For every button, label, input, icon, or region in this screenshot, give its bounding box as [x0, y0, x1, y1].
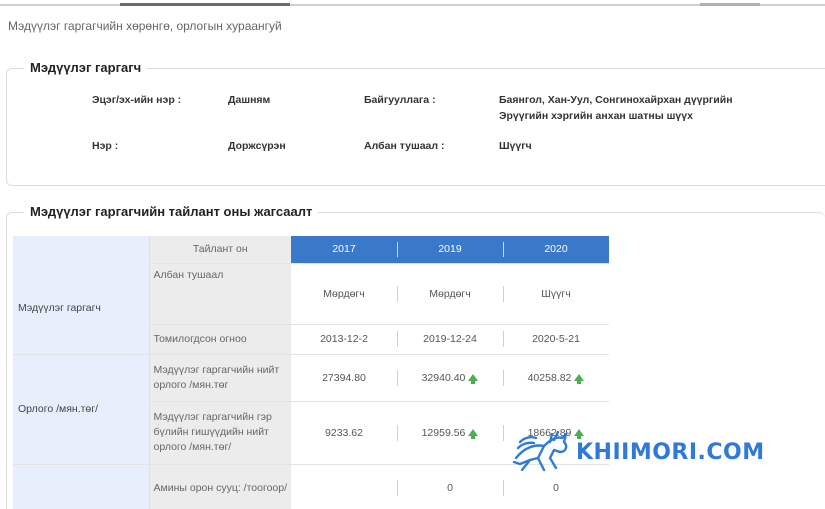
- increase-arrow-icon: [468, 428, 479, 439]
- table-cell: 32940.40: [397, 354, 503, 402]
- row-label-house-count: Амины орон сууц: /тоогоор/: [149, 464, 291, 509]
- row-label-declarant-income: Мэдүүлэг гаргагчийн нийт орлого /мян.төг: [149, 354, 291, 402]
- org-value-line1: Баянгол, Хан-Уул, Сонгинохайрхан дүүргий…: [499, 94, 733, 106]
- org-value-line2: Эрүүгийн хэргийн анхан шатны шүүх: [499, 110, 693, 122]
- header-label: Тайлант он: [149, 236, 291, 264]
- watermark: KHIIMORI.COM: [510, 428, 765, 476]
- table-cell: Мөрдөгч: [397, 263, 503, 325]
- name-label: Нэр :: [92, 140, 119, 152]
- increase-arrow-icon: [574, 373, 585, 384]
- category-income: Орлого /мян.төг/: [13, 354, 150, 465]
- table-cell: 2020-5-21: [503, 324, 609, 355]
- table-cell: [291, 464, 397, 509]
- patronymic-value: Дашням: [228, 94, 271, 106]
- table-row: Орлого /мян.төг/ Мэдүүлэг гаргагчийн ний…: [13, 354, 609, 465]
- horse-logo-icon: [512, 430, 568, 472]
- table-header-row: Тайлант он 2017 2019 2020: [13, 236, 609, 264]
- cell-value: 32940.40: [421, 371, 466, 384]
- year-2017-header[interactable]: 2017: [291, 236, 397, 264]
- org-label: Байгууллага :: [364, 94, 436, 106]
- table-cell: 2013-12-2: [291, 324, 397, 355]
- table-cell: 2019-12-24: [397, 324, 503, 355]
- category-declarant: Мэдүүлэг гаргагч: [13, 263, 150, 355]
- cell-value: 40258.82: [527, 371, 572, 384]
- cell-value: 12959.56: [421, 426, 466, 439]
- name-value: Доржсүрэн: [228, 140, 286, 152]
- declarant-legend: Мэдүүлэг гаргагч: [24, 60, 148, 75]
- position-value: Шүүгч: [499, 140, 532, 152]
- year-2020-header[interactable]: 2020: [503, 236, 609, 264]
- table-cell: 0: [397, 464, 503, 509]
- declarant-section: [6, 68, 825, 186]
- table-cell: 9233.62: [291, 401, 397, 465]
- table-corner-cell: [13, 236, 150, 263]
- top-tab-indicator: [120, 3, 290, 6]
- row-label-position: Албан тушаал: [149, 263, 291, 325]
- table-cell: Мөрдөгч: [291, 263, 397, 325]
- cell-value: 9233.62: [325, 426, 363, 439]
- patronymic-label: Эцэг/эх-ийн нэр :: [92, 94, 182, 106]
- position-label: Албан тушаал :: [364, 140, 445, 152]
- table-cell: 40258.82: [503, 354, 609, 402]
- table-row: Мэдүүлэг гаргагч Албан тушаал Мөрдөгч Мө…: [13, 263, 609, 355]
- year-2019-header[interactable]: 2019: [397, 236, 503, 264]
- watermark-text: KHIIMORI.COM: [576, 439, 765, 465]
- page-title: Мэдүүлэг гаргагчийн хөрөнгө, орлогын хур…: [8, 19, 282, 33]
- summary-legend: Мэдүүлэг гаргагчийн тайлант оны жагсаалт: [24, 204, 319, 219]
- category-property: [13, 464, 150, 509]
- cell-value: 27394.80: [322, 371, 366, 384]
- row-label-family-income: Мэдүүлэг гаргагчийн гэр бүлийн гишүүдийн…: [149, 401, 291, 465]
- increase-arrow-icon: [468, 373, 479, 384]
- top-tab-indicator-secondary: [700, 3, 760, 6]
- table-cell: 12959.56: [397, 401, 503, 465]
- table-cell: Шүүгч: [503, 263, 609, 325]
- table-cell: 27394.80: [291, 354, 397, 402]
- row-label-appointed-date: Томилогдсон огноо: [149, 324, 291, 355]
